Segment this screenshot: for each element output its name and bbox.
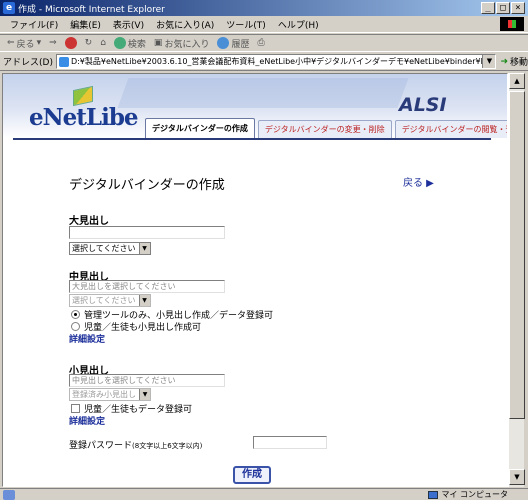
menu-edit[interactable]: 編集(E): [64, 18, 107, 31]
maximize-button[interactable]: □: [496, 2, 510, 14]
go-button[interactable]: ➜ 移動: [500, 55, 528, 69]
print-button[interactable]: ⎙: [254, 38, 267, 48]
forward-arrow-icon: ⇒: [49, 38, 57, 48]
major-select-value: 選択してください: [72, 244, 136, 253]
middle-detail-link[interactable]: 詳細設定: [69, 332, 105, 345]
go-arrow-icon: ➜: [500, 56, 508, 67]
folder-star-icon: ▣: [153, 38, 163, 48]
stop-icon: [64, 37, 77, 49]
tab-create[interactable]: デジタルバインダーの作成: [145, 118, 255, 138]
minor-detail-link[interactable]: 詳細設定: [69, 414, 105, 427]
logo-text: eNetLibe: [29, 104, 139, 131]
status-bar: マイ コンピュータ: [0, 488, 528, 500]
address-label: アドレス(D): [3, 58, 53, 68]
address-bar: アドレス(D) D:¥製品¥eNetLibe¥2003.6.10_営業会議配布資…: [0, 53, 528, 71]
chevron-down-icon: ▼: [138, 243, 150, 254]
home-button[interactable]: ⌂: [97, 38, 109, 48]
favorites-button[interactable]: ▣ お気に入り: [151, 37, 213, 50]
title-bar: e 作成 - Microsoft Internet Explorer _ □ ×: [0, 0, 528, 16]
refresh-button[interactable]: ↻: [82, 38, 96, 48]
password-input[interactable]: [253, 436, 327, 449]
major-heading-input[interactable]: [69, 226, 225, 239]
tab-browse-register[interactable]: デジタルバインダーの閲覧・登録: [394, 120, 507, 138]
menu-favorites[interactable]: お気に入り(A): [150, 18, 220, 31]
header-tabs: デジタルバインダーの作成 デジタルバインダーの変更・削除 デジタルバインダーの閲…: [145, 118, 507, 138]
back-link[interactable]: 戻る ▶: [403, 174, 434, 189]
password-label-text: 登録パスワード: [69, 441, 133, 451]
address-input[interactable]: D:¥製品¥eNetLibe¥2003.6.10_営業会議配布資料_eNetLi…: [55, 54, 497, 69]
header-decoration: [117, 78, 409, 108]
windows-logo-icon: [500, 17, 524, 31]
major-heading-select[interactable]: 選択してください ▼: [69, 242, 151, 255]
search-icon: [113, 37, 126, 49]
menu-help[interactable]: ヘルプ(H): [272, 18, 325, 31]
address-value: D:¥製品¥eNetLibe¥2003.6.10_営業会議配布資料_eNetLi…: [70, 57, 497, 66]
site-header: eNetLibe ALSI デジタルバインダーの作成 デジタルバインダーの変更・…: [3, 74, 507, 138]
history-icon: [217, 37, 230, 49]
refresh-icon: ↻: [84, 38, 93, 48]
main-content: デジタルバインダーの作成 戻る ▶ 大見出し 選択してください ▼ 中見出し 大見…: [3, 140, 493, 486]
history-button[interactable]: 履歴: [214, 37, 252, 50]
forward-button[interactable]: ⇒: [46, 38, 60, 48]
radio-students[interactable]: [71, 322, 80, 331]
menu-tools[interactable]: ツール(T): [220, 18, 272, 31]
minor-heading-input[interactable]: 中見出しを選択してください: [69, 374, 225, 387]
scroll-up-button[interactable]: ▲: [509, 73, 525, 89]
major-heading-label: 大見出し: [69, 216, 109, 227]
minimize-button[interactable]: _: [481, 2, 495, 14]
page-viewport: eNetLibe ALSI デジタルバインダーの作成 デジタルバインダーの変更・…: [2, 73, 508, 487]
checkbox-students[interactable]: [71, 404, 80, 413]
tab-modify-delete[interactable]: デジタルバインダーの変更・削除: [257, 120, 392, 138]
address-dropdown-icon[interactable]: ▼: [482, 55, 496, 68]
page-status-icon: [3, 489, 15, 500]
scroll-thumb[interactable]: [509, 91, 525, 419]
minor-heading-select[interactable]: 登録済み小見出し ▼: [69, 388, 151, 401]
close-button[interactable]: ×: [511, 2, 525, 14]
radio-admin[interactable]: [71, 310, 80, 319]
back-label: 戻る: [16, 39, 35, 50]
security-zone: マイ コンピュータ: [428, 489, 508, 500]
back-arrow-icon: ⇐: [7, 38, 15, 48]
enetlibe-logo: eNetLibe: [25, 85, 139, 134]
password-label: 登録パスワード(8文字以上6文字以内): [69, 438, 202, 451]
chevron-down-icon: ▼: [139, 389, 150, 400]
menu-file[interactable]: ファイル(F): [4, 18, 64, 31]
back-button[interactable]: ⇐ 戻る ▾: [4, 37, 44, 50]
scroll-down-button[interactable]: ▼: [509, 469, 525, 485]
middle-select-value: 選択してください: [72, 296, 136, 305]
chevron-down-icon: ▼: [138, 295, 150, 306]
printer-icon: ⎙: [257, 38, 265, 48]
password-hint: (8文字以上6文字以内): [132, 442, 203, 450]
computer-icon: [428, 490, 439, 499]
create-button[interactable]: 作成: [233, 466, 271, 484]
search-label: 検索: [127, 39, 146, 50]
menu-bar: ファイル(F) 編集(E) 表示(V) お気に入り(A) ツール(T) ヘルプ(…: [0, 16, 528, 33]
page-icon: [58, 57, 69, 67]
minor-select-value: 登録済み小見出し: [72, 390, 136, 399]
vertical-scrollbar[interactable]: ▲ ▼: [508, 73, 525, 487]
toolbar: ⇐ 戻る ▾ ⇒ ↻ ⌂ 検索 ▣ お気に入り 履歴 ⎙: [0, 34, 528, 52]
alsi-logo: ALSI: [399, 94, 447, 116]
search-button[interactable]: 検索: [111, 37, 149, 50]
page-title: デジタルバインダーの作成: [69, 178, 225, 193]
favorites-label: お気に入り: [164, 39, 210, 50]
home-icon: ⌂: [100, 38, 106, 48]
go-label: 移動: [509, 58, 528, 68]
middle-heading-select[interactable]: 選択してください ▼: [69, 294, 151, 307]
middle-heading-input[interactable]: 大見出しを選択してください: [69, 280, 225, 293]
history-label: 履歴: [231, 39, 250, 50]
ie-icon: e: [3, 2, 15, 14]
window-title: 作成 - Microsoft Internet Explorer: [18, 5, 165, 15]
stop-button[interactable]: [62, 37, 80, 49]
window-controls: _ □ ×: [481, 2, 525, 14]
zone-label: マイ コンピュータ: [441, 490, 508, 499]
menu-view[interactable]: 表示(V): [107, 18, 150, 31]
chevron-down-icon: ▾: [36, 38, 42, 48]
